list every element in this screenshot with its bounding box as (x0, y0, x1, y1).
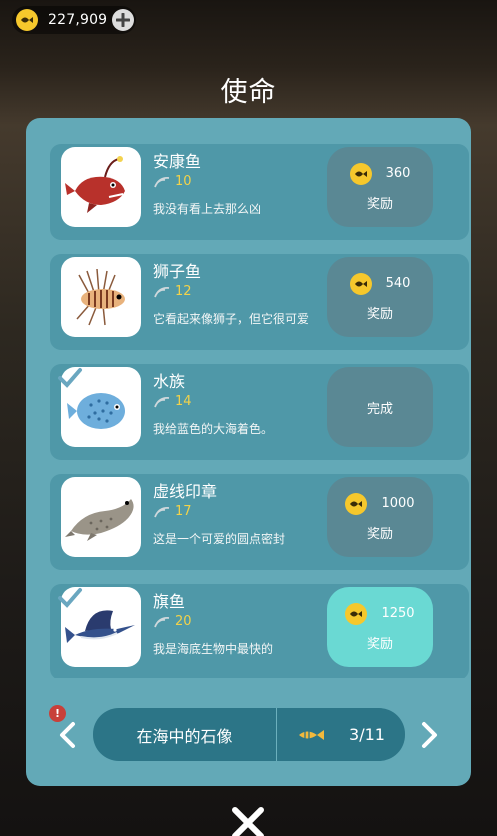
progress-indicator: 3/11 (277, 708, 405, 761)
fish-thumbnail (61, 257, 141, 337)
fish-coin-icon (349, 162, 372, 185)
close-icon[interactable] (229, 804, 267, 836)
level-value: 17 (175, 504, 192, 519)
reward-label: 奖励 (366, 196, 393, 212)
level-value: 10 (175, 174, 192, 189)
anglerfish-icon (65, 156, 125, 213)
mission-description: 我是海底生物中最快的 (153, 642, 274, 656)
checkmark-icon (58, 368, 82, 388)
mission-name: 狮子鱼 (153, 262, 202, 281)
reward-amount: 540 (385, 276, 411, 291)
mission-level: 10 (153, 174, 192, 189)
seal-icon (65, 499, 134, 541)
chevron-right-icon[interactable] (417, 720, 441, 750)
level-value: 14 (175, 394, 192, 409)
reward-button[interactable]: 360 奖励 (327, 147, 433, 227)
completed-label: 完成 (366, 401, 393, 417)
reward-label: 奖励 (366, 526, 393, 542)
fishing-rod-icon (154, 286, 170, 297)
mission-level: 12 (153, 284, 192, 299)
chevron-left-icon[interactable] (56, 720, 80, 750)
mission-description: 这是一个可爱的圆点密封 (153, 532, 286, 546)
checkmark-icon (58, 588, 82, 608)
reward-label: 奖励 (366, 306, 393, 322)
lionfish-icon (76, 268, 125, 326)
location-name[interactable]: 在海中的石像 (93, 708, 277, 761)
mission-list[interactable]: 安康鱼 10 我没有看上去那么凶 360 奖励 狮子鱼 12 它看起来像狮子，但… (26, 118, 471, 678)
mission-card: 狮子鱼 12 它看起来像狮子，但它很可爱 540 奖励 (50, 254, 469, 350)
mission-level: 20 (153, 614, 192, 629)
mission-name: 虚线印章 (153, 482, 218, 501)
page-title: 使命 (220, 77, 277, 108)
mission-description: 我没有看上去那么凶 (153, 202, 262, 216)
mission-name: 旗鱼 (153, 592, 186, 611)
reward-label: 奖励 (366, 636, 393, 652)
reward-amount: 360 (385, 166, 411, 181)
fish-thumbnail (61, 477, 141, 557)
mission-card: 旗鱼 20 我是海底生物中最快的 1250 奖励 (50, 584, 469, 678)
reward-amount: 1000 (381, 496, 415, 511)
fish-icon (299, 729, 325, 740)
location-selector: 在海中的石像 3/11 (93, 708, 405, 761)
fish-coin-icon (345, 602, 368, 625)
reward-button[interactable]: 1000 奖励 (327, 477, 433, 557)
mission-name: 水族 (153, 372, 186, 391)
level-value: 12 (175, 284, 192, 299)
fish-thumbnail (61, 147, 141, 227)
mission-card: 虚线印章 17 这是一个可爱的圆点密封 1000 奖励 (50, 474, 469, 570)
currency-bar: 227,909 (12, 6, 136, 34)
level-value: 20 (175, 614, 192, 629)
plus-icon[interactable] (112, 9, 134, 31)
fishing-rod-icon (154, 176, 170, 187)
fish-coin-icon (16, 9, 38, 31)
reward-amount: 1250 (381, 606, 415, 621)
mission-description: 我给蓝色的大海着色。 (153, 422, 274, 436)
completed-button[interactable]: 完成 (327, 367, 433, 447)
fish-coin-icon (345, 492, 368, 515)
fishing-rod-icon (154, 396, 170, 407)
mission-level: 17 (153, 504, 192, 519)
mission-name: 安康鱼 (153, 152, 202, 171)
mission-card: 水族 14 我给蓝色的大海着色。 完成 (50, 364, 469, 460)
mission-level: 14 (153, 394, 192, 409)
mission-card: 安康鱼 10 我没有看上去那么凶 360 奖励 (50, 144, 469, 240)
fishing-rod-icon (154, 616, 170, 627)
mission-description: 它看起来像狮子，但它很可爱 (153, 312, 310, 326)
currency-amount: 227,909 (48, 12, 108, 28)
missions-panel: 安康鱼 10 我没有看上去那么凶 360 奖励 狮子鱼 12 它看起来像狮子，但… (26, 118, 471, 786)
reward-button[interactable]: 540 奖励 (327, 257, 433, 337)
progress-count: 3/11 (349, 725, 385, 744)
fish-coin-icon (349, 272, 372, 295)
fishing-rod-icon (154, 506, 170, 517)
claim-reward-button[interactable]: 1250 奖励 (327, 587, 433, 667)
